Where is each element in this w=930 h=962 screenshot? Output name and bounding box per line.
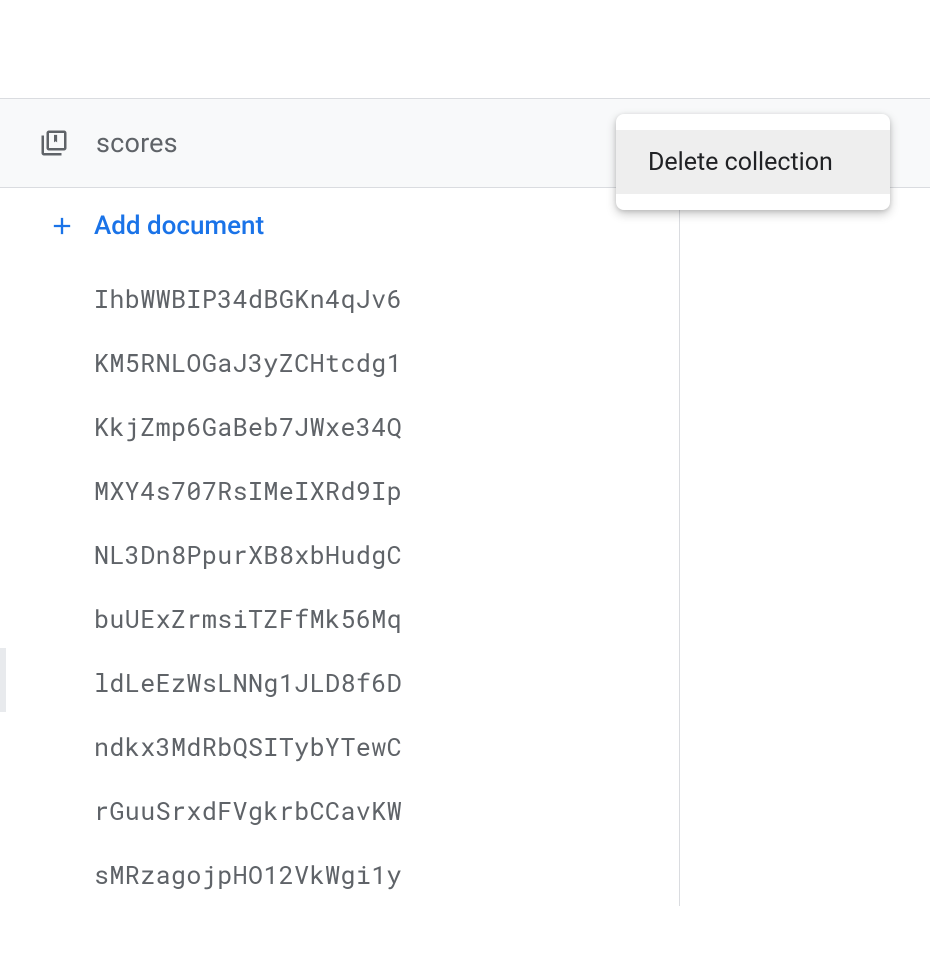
document-list-item[interactable]: KkjZmp6GaBeb7JWxe34Q <box>0 394 679 458</box>
document-list-item[interactable]: buUExZrmsiTZFfMk56Mq <box>0 586 679 650</box>
delete-collection-menu-item[interactable]: Delete collection <box>616 130 890 194</box>
document-list-item[interactable]: NL3Dn8PpurXB8xbHudgC <box>0 522 679 586</box>
document-list-item[interactable]: MXY4s707RsIMeIXRd9Ip <box>0 458 679 522</box>
documents-panel: Add document IhbWWBIP34dBGKn4qJv6 KM5RNL… <box>0 188 680 906</box>
document-list: IhbWWBIP34dBGKn4qJv6 KM5RNLOGaJ3yZCHtcdg… <box>0 264 679 906</box>
plus-icon <box>48 212 76 240</box>
context-menu: Delete collection <box>616 114 890 210</box>
top-spacer <box>0 0 930 98</box>
document-list-item[interactable]: sMRzagojpHO12VkWgi1y <box>0 842 679 906</box>
detail-panel <box>680 188 930 906</box>
add-document-button[interactable]: Add document <box>0 188 679 264</box>
main-container: Add document IhbWWBIP34dBGKn4qJv6 KM5RNL… <box>0 188 930 906</box>
collection-icon <box>38 127 70 159</box>
document-list-item[interactable]: rGuuSrxdFVgkrbCCavKW <box>0 778 679 842</box>
document-list-item[interactable]: IhbWWBIP34dBGKn4qJv6 <box>0 266 679 330</box>
add-document-label: Add document <box>94 211 264 241</box>
document-list-item[interactable]: ldLeEzWsLNNg1JLD8f6D <box>0 650 679 714</box>
document-list-item[interactable]: KM5RNLOGaJ3yZCHtcdg1 <box>0 330 679 394</box>
document-list-item[interactable]: ndkx3MdRbQSITybYTewC <box>0 714 679 778</box>
